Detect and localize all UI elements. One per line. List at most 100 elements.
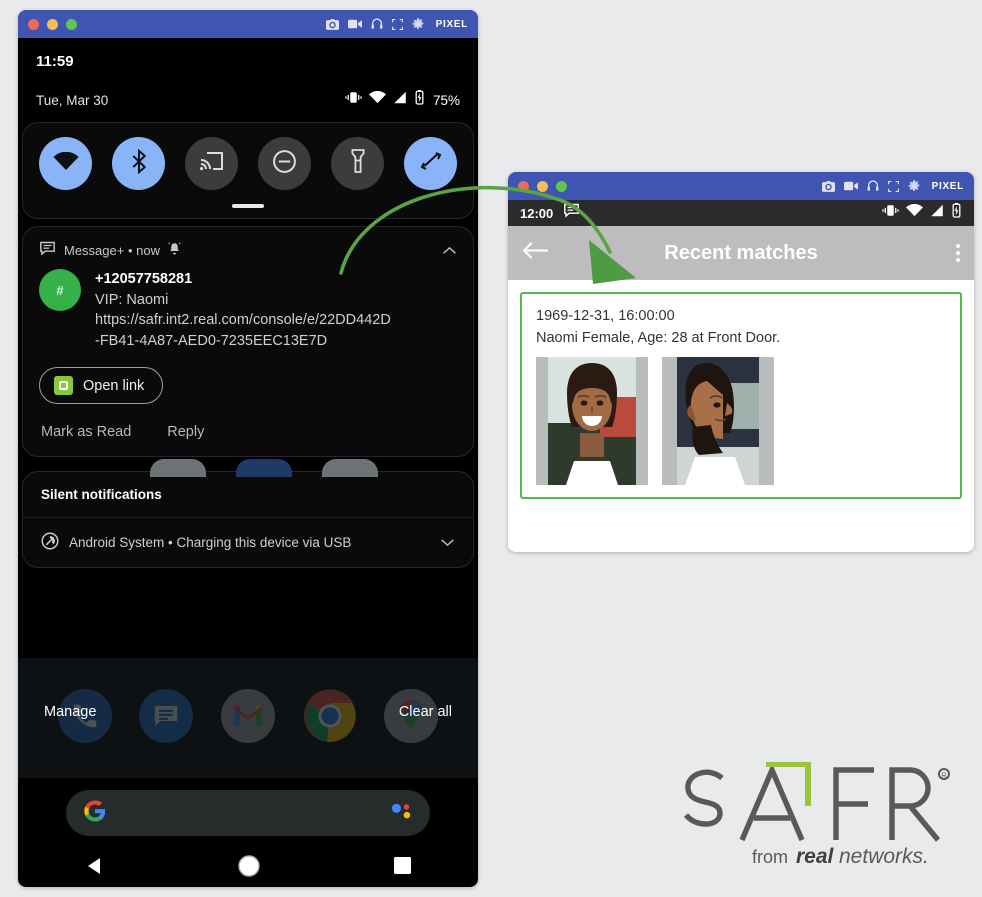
system-nav-bar [18,848,478,887]
android-system-text: Android System • Charging this device vi… [69,535,352,550]
notification-actions: Mark as Read Reply [39,404,457,456]
auto-rotate-icon [419,149,443,178]
right-phone-screen: 12:00 Recent matches 1969-12-31, 16:00:0… [508,200,974,552]
do-not-disturb-tile[interactable] [258,137,311,190]
match-description: Naomi Female, Age: 28 at Front Door. [536,330,781,346]
notification-sender: +12057758281 [95,271,193,287]
dock-peek-messages [150,459,206,477]
message-icon [563,203,580,223]
notification-header: Message+ • now [39,241,457,259]
notification-link-line-2[interactable]: -FB41-4A87-AED0-7235EEC13E7D [95,331,391,352]
android-system-notification-row[interactable]: Android System • Charging this device vi… [23,518,473,567]
left-status-bar: 11:59 [18,38,478,84]
wifi-tile[interactable] [39,137,92,190]
status-clock: 11:59 [36,52,74,70]
triangle-back-icon[interactable] [84,855,106,882]
open-link-button[interactable]: Open link [39,367,164,404]
dock-peek-chrome [322,459,378,477]
clear-all-button[interactable]: Clear all [399,704,452,720]
right-emulator-window: PIXEL 12:00 Recent matches 1969-12-31, 1… [508,172,974,552]
left-window-titlebar[interactable]: PIXEL [18,10,478,38]
minimize-dot[interactable] [47,18,58,30]
tagline-brand: real [796,845,835,868]
auto-rotate-tile[interactable] [404,137,457,190]
status-icons: 75% [345,90,460,110]
tagline-prefix: from [752,847,788,867]
chevron-up-icon[interactable] [442,243,457,258]
gear-icon[interactable] [908,180,920,192]
titlebar-icons[interactable]: PIXEL [821,180,964,192]
safr-tagline: from real networks. [752,845,929,868]
camera-icon[interactable] [325,18,339,30]
vibrate-icon [345,91,362,109]
wifi-icon [368,90,386,109]
page-title: Recent matches [664,241,818,264]
maximize-dot[interactable] [66,18,77,30]
fullscreen-icon[interactable] [391,18,403,30]
left-emulator-window: PIXEL 11:59 Tue, Mar 30 75% Message+ • n… [18,10,478,887]
vibrate-icon [882,204,899,222]
arrow-left-icon[interactable] [522,240,549,266]
gear-icon[interactable] [412,18,424,30]
close-dot[interactable] [28,18,39,30]
headphones-icon[interactable] [371,18,383,30]
dock-peek-strip [22,457,474,477]
notification-vip-line: VIP: Naomi [95,291,169,308]
match-thumbnail-front[interactable] [536,357,648,485]
flashlight-icon [351,149,365,178]
bluetooth-icon [131,148,147,179]
window-controls[interactable] [518,180,567,192]
google-search-bar[interactable] [66,790,430,836]
cast-tile[interactable] [185,137,238,190]
maximize-dot[interactable] [556,180,567,192]
right-window-titlebar[interactable]: PIXEL [508,172,974,200]
match-card[interactable]: 1969-12-31, 16:00:00 Naomi Female, Age: … [520,292,962,499]
recent-matches-body: 1969-12-31, 16:00:00 Naomi Female, Age: … [508,280,974,552]
video-camera-icon[interactable] [843,181,858,191]
quick-settings-date-row: Tue, Mar 30 75% [18,84,478,116]
video-camera-icon[interactable] [347,19,362,29]
silent-notifications-header: Silent notifications [23,472,473,518]
quick-settings-tiles [23,137,473,190]
close-dot[interactable] [518,180,529,192]
titlebar-icons[interactable]: PIXEL [325,18,468,30]
right-status-bar: 12:00 [508,200,974,226]
square-recents-icon[interactable] [393,856,412,880]
google-g-icon [84,799,106,827]
notification-link-line-1[interactable]: https://safr.int2.real.com/console/e/22D… [95,310,391,331]
signal-icon [393,91,407,109]
silent-notifications-section: Silent notifications Android System • Ch… [22,471,474,568]
flashlight-tile[interactable] [331,137,384,190]
match-timestamp: 1969-12-31, 16:00:00 [536,308,675,324]
headphones-icon[interactable] [867,180,879,192]
fullscreen-icon[interactable] [887,180,899,192]
wifi-icon [52,151,79,176]
safr-logo: R from real networks. [676,761,954,868]
safr-wordmark: R [683,761,950,842]
google-assistant-icon[interactable] [390,801,412,826]
match-thumbnail-profile[interactable] [662,357,774,485]
more-vertical-icon[interactable] [956,244,960,262]
device-name-label: PIXEL [435,18,468,30]
reply-button[interactable]: Reply [167,424,204,440]
manage-button[interactable]: Manage [44,704,96,720]
bluetooth-tile[interactable] [112,137,165,190]
quick-settings-panel [22,122,474,219]
camera-icon[interactable] [821,180,835,192]
minimize-dot[interactable] [537,180,548,192]
message-notification-card[interactable]: Message+ • now # +12057758281 VIP: Naomi… [22,226,474,457]
battery-charging-icon [414,90,425,110]
wifi-icon [906,203,923,222]
svg-text:R: R [941,773,946,780]
circle-home-icon[interactable] [237,854,261,883]
mark-as-read-button[interactable]: Mark as Read [41,424,131,440]
cast-icon [199,151,224,176]
window-controls[interactable] [28,18,77,30]
status-clock: 12:00 [520,205,554,221]
quick-settings-drag-handle[interactable] [23,190,473,218]
chevron-down-icon[interactable] [440,535,455,550]
bell-icon [168,241,181,259]
notification-text: +12057758281 VIP: Naomi https://safr.int… [95,269,391,351]
screenshot-canvas: PIXEL 11:59 Tue, Mar 30 75% Message+ • n… [0,0,982,897]
android-system-icon [41,532,59,553]
